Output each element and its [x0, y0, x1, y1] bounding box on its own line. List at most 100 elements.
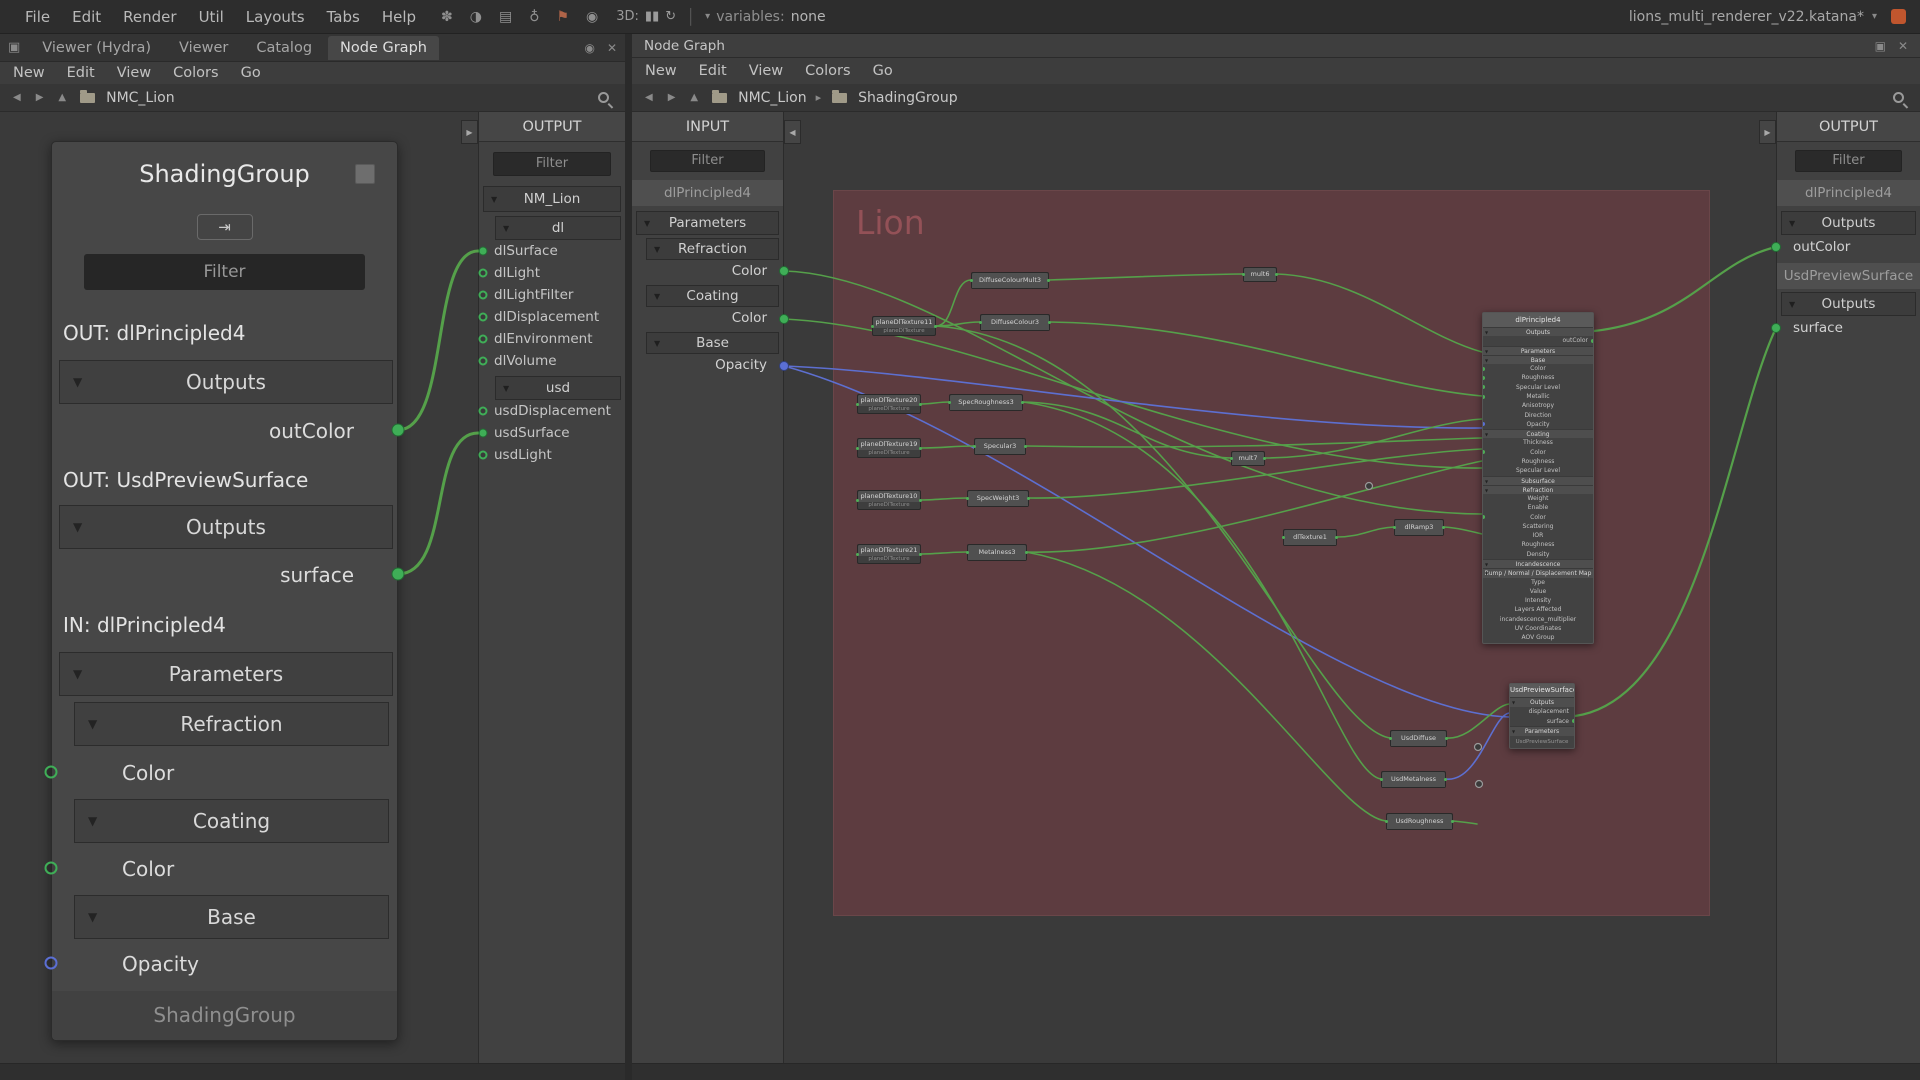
group-base[interactable]: ▼Base: [646, 332, 779, 354]
parameters-group[interactable]: ▼Parameters: [59, 652, 393, 696]
group-dl[interactable]: ▼dl: [495, 216, 621, 240]
search-icon[interactable]: [1893, 92, 1904, 103]
opacity-port-row[interactable]: Opacity: [52, 942, 397, 986]
port-dlenvironment[interactable]: dlEnvironment: [479, 328, 625, 350]
group-usd[interactable]: ▼usd: [495, 376, 621, 400]
close-icon[interactable]: ✕: [607, 41, 617, 55]
outcolor-port-row[interactable]: outColor: [52, 409, 397, 453]
group-nm-lion[interactable]: ▼NM_Lion: [483, 186, 621, 212]
base-group[interactable]: ▼Base: [74, 895, 389, 939]
close-icon[interactable]: ✕: [1898, 39, 1908, 53]
port-dlsurface[interactable]: dlSurface: [479, 240, 625, 262]
menu-edit[interactable]: Edit: [61, 8, 112, 26]
port-usddisplacement[interactable]: usdDisplacement: [479, 400, 625, 422]
menu-render[interactable]: Render: [112, 8, 187, 26]
selected-node-dlprincipled4[interactable]: dlPrincipled4: [632, 180, 783, 206]
menu-help[interactable]: Help: [371, 8, 427, 26]
tab-viewer-hydra[interactable]: Viewer (Hydra): [30, 36, 163, 60]
right-pane-titlebar[interactable]: Node Graph ▣ ✕: [632, 34, 1920, 58]
port-dllight[interactable]: dlLight: [479, 262, 625, 284]
coating-color-port-row[interactable]: Color: [632, 307, 783, 329]
nav-back-icon[interactable]: ◀: [10, 90, 24, 105]
menu-util[interactable]: Util: [188, 8, 235, 26]
left-pane-tabbar: ▣ Viewer (Hydra) Viewer Catalog Node Gra…: [0, 34, 625, 62]
menu-tabs[interactable]: Tabs: [316, 8, 371, 26]
coating-color-port-row[interactable]: Color: [52, 847, 397, 891]
outcolor-port-row[interactable]: outColor: [1777, 235, 1920, 259]
surface-port-row[interactable]: surface: [1777, 316, 1920, 340]
nav-up-icon[interactable]: ▲: [55, 90, 69, 105]
menu-view[interactable]: View: [117, 65, 151, 81]
nav-back-icon[interactable]: ◀: [642, 90, 656, 105]
settings-icon[interactable]: ✽: [441, 9, 453, 25]
group-outputs-1[interactable]: ▼Outputs: [1781, 211, 1916, 235]
surface-port-row[interactable]: surface: [52, 553, 397, 597]
group-coating[interactable]: ▼Coating: [646, 285, 779, 307]
render-status-indicator[interactable]: [1891, 9, 1906, 24]
pause-icon[interactable]: ▮▮: [645, 9, 659, 24]
selected-node-dlprincipled4[interactable]: dlPrincipled4: [1777, 180, 1920, 206]
group-outputs-2[interactable]: ▼Outputs: [1781, 292, 1916, 316]
selected-node-usdpreviewsurface[interactable]: UsdPreviewSurface: [1777, 263, 1920, 289]
refraction-color-port-row[interactable]: Color: [52, 751, 397, 795]
group-parameters[interactable]: ▼Parameters: [636, 211, 779, 235]
flag-icon[interactable]: ⚑: [556, 9, 569, 25]
nav-forward-icon[interactable]: ▶: [665, 90, 679, 105]
output-filter-input[interactable]: Filter: [493, 152, 611, 176]
collapse-right-output-panel-button[interactable]: ▶: [1759, 120, 1776, 144]
nav-up-icon[interactable]: ▲: [687, 90, 701, 105]
menu-new[interactable]: New: [645, 63, 677, 79]
nav-forward-icon[interactable]: ▶: [33, 90, 47, 105]
port-dllightfilter[interactable]: dlLightFilter: [479, 284, 625, 306]
node-color-swatch[interactable]: [355, 164, 375, 184]
output-filter-input[interactable]: Filter: [1795, 150, 1902, 172]
menu-new[interactable]: New: [13, 65, 45, 81]
menu-view[interactable]: View: [749, 63, 783, 79]
breadcrumb-root[interactable]: NMC_Lion: [106, 90, 174, 106]
menu-file[interactable]: File: [14, 8, 61, 26]
chevron-down-icon: ▾: [705, 11, 710, 22]
port-dlvolume[interactable]: dlVolume: [479, 350, 625, 372]
menu-go[interactable]: Go: [241, 65, 261, 81]
opacity-port-row[interactable]: Opacity: [632, 354, 783, 376]
menu-go[interactable]: Go: [873, 63, 893, 79]
refresh-icon[interactable]: ↻: [665, 9, 676, 24]
record-icon[interactable]: ◉: [586, 9, 598, 25]
collapse-input-panel-button[interactable]: ◀: [784, 120, 801, 144]
contrast-icon[interactable]: ◑: [470, 9, 482, 25]
input-filter-input[interactable]: Filter: [650, 150, 765, 172]
breadcrumb-child[interactable]: ShadingGroup: [858, 90, 958, 106]
panel-splitter[interactable]: [625, 34, 632, 1080]
breadcrumb-root[interactable]: NMC_Lion: [738, 90, 806, 106]
variables-widget[interactable]: ▾ variables: none: [705, 9, 825, 25]
refraction-group[interactable]: ▼Refraction: [74, 702, 389, 746]
menu-layouts[interactable]: Layouts: [235, 8, 316, 26]
node-filter-input[interactable]: Filter: [84, 254, 365, 290]
collapse-output-panel-button[interactable]: ▶: [461, 120, 478, 144]
enter-group-button[interactable]: ⇥: [197, 214, 253, 240]
tab-catalog[interactable]: Catalog: [244, 36, 324, 60]
science-icon[interactable]: ♁: [529, 9, 539, 25]
group-refraction[interactable]: ▼Refraction: [646, 238, 779, 260]
menu-edit[interactable]: Edit: [67, 65, 95, 81]
tab-node-graph[interactable]: Node Graph: [328, 36, 439, 60]
coating-group[interactable]: ▼Coating: [74, 799, 389, 843]
backdrop-lion[interactable]: Lion: [833, 190, 1710, 916]
search-icon[interactable]: [598, 92, 609, 103]
port-usdlight[interactable]: usdLight: [479, 444, 625, 466]
outputs-group-2[interactable]: ▼Outputs: [59, 505, 393, 549]
menu-colors[interactable]: Colors: [173, 65, 218, 81]
pane-menu-icon[interactable]: ▣: [8, 40, 20, 55]
float-pane-icon[interactable]: ▣: [1875, 39, 1886, 53]
pin-icon[interactable]: ◉: [584, 41, 594, 55]
tab-viewer[interactable]: Viewer: [167, 36, 240, 60]
project-file-menu[interactable]: lions_multi_renderer_v22.katana* ▾: [1629, 9, 1877, 25]
refraction-color-port-row[interactable]: Color: [632, 260, 783, 282]
menu-edit[interactable]: Edit: [699, 63, 727, 79]
port-dldisplacement[interactable]: dlDisplacement: [479, 306, 625, 328]
snapshot-icon[interactable]: ▤: [499, 9, 512, 25]
menu-colors[interactable]: Colors: [805, 63, 850, 79]
port-usdsurface[interactable]: usdSurface: [479, 422, 625, 444]
shading-group-node[interactable]: ShadingGroup ⇥ Filter OUT: dlPrincipled4…: [51, 141, 398, 1041]
outputs-group-1[interactable]: ▼Outputs: [59, 360, 393, 404]
